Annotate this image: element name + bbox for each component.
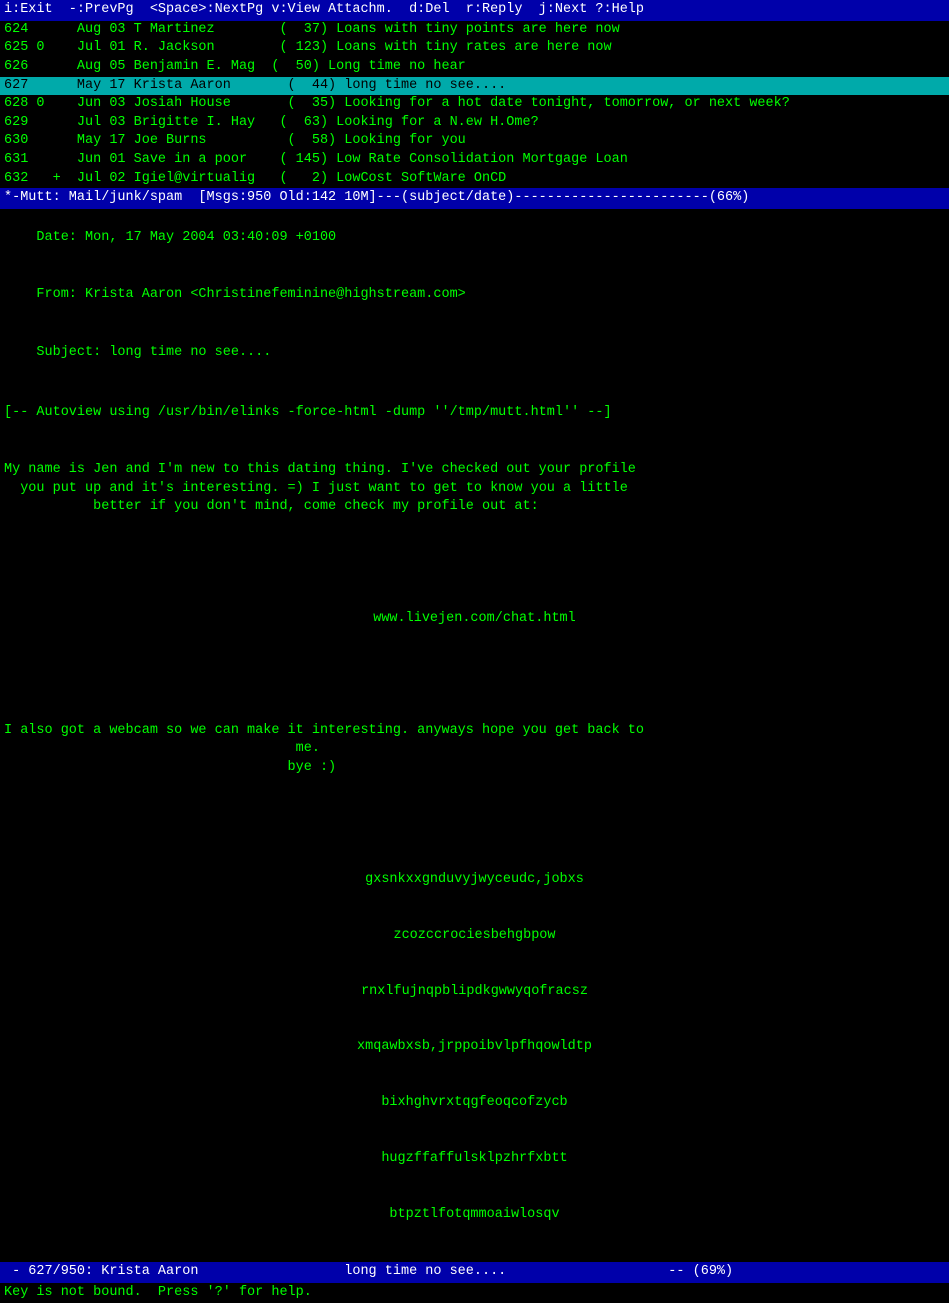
scramble5: bixhghvrxtqgfeoqcofzycb bbox=[4, 1094, 945, 1113]
scramble4: xmqawbxsb,jrppoibvlpfhqowldtp bbox=[4, 1038, 945, 1057]
scramble6: hugzffaffulsklpzhrfxbtt bbox=[4, 1150, 945, 1169]
subject-label: Subject: long time no see.... bbox=[36, 345, 271, 360]
email-row-631[interactable]: 631 Jun 01 Save in a poor ( 145) Low Rat… bbox=[0, 151, 949, 170]
email-list: 624 Aug 03 T Martinez ( 37) Loans with t… bbox=[0, 21, 949, 189]
body-blank2 bbox=[4, 666, 945, 685]
email-row-628[interactable]: 628 0 Jun 03 Josiah House ( 35) Looking … bbox=[0, 95, 949, 114]
from-label: From: Krista Aaron <Christinefeminine@hi… bbox=[36, 287, 465, 302]
scramble3: rnxlfujnqpblipdkgwwyqofracsz bbox=[4, 983, 945, 1002]
body-blank3 bbox=[4, 815, 945, 834]
bottom-hint: Key is not bound. Press '?' for help. bbox=[0, 1283, 949, 1303]
email-row-629[interactable]: 629 Jul 03 Brigitte I. Hay ( 63) Looking… bbox=[0, 114, 949, 133]
email-header-blank bbox=[0, 383, 949, 404]
date-label: Date: Mon, 17 May 2004 03:40:09 +0100 bbox=[36, 230, 336, 245]
scramble1: gxsnkxxgnduvyjwyceudc,jobxs bbox=[4, 871, 945, 890]
body-blank1 bbox=[4, 554, 945, 573]
terminal-screen: i:Exit -:PrevPg <Space>:NextPg v:View At… bbox=[0, 0, 949, 706]
bottom-status-bar: - 627/950: Krista Aaron long time no see… bbox=[0, 1262, 949, 1283]
mutt-status-bar: *-Mutt: Mail/junk/spam [Msgs:950 Old:142… bbox=[0, 188, 949, 209]
email-row-626[interactable]: 626 Aug 05 Benjamin E. Mag ( 50) Long ti… bbox=[0, 58, 949, 77]
body-url[interactable]: www.livejen.com/chat.html bbox=[4, 610, 945, 629]
email-row-624[interactable]: 624 Aug 03 T Martinez ( 37) Loans with t… bbox=[0, 21, 949, 40]
email-row-627[interactable]: 627 May 17 Krista Aaron ( 44) long time … bbox=[0, 77, 949, 96]
scramble7: btpztlfotqmmoaiwlosqv bbox=[4, 1206, 945, 1225]
scramble2: zcozccrociesbehgbpow bbox=[4, 927, 945, 946]
email-row-630[interactable]: 630 May 17 Joe Burns ( 58) Looking for y… bbox=[0, 132, 949, 151]
email-header-from: From: Krista Aaron <Christinefeminine@hi… bbox=[0, 267, 949, 325]
email-body: My name is Jen and I'm new to this datin… bbox=[0, 424, 949, 1262]
email-row-632[interactable]: 632 + Jul 02 Igiel@virtualig ( 2) LowCos… bbox=[0, 170, 949, 189]
autoview-line: [-- Autoview using /usr/bin/elinks -forc… bbox=[0, 403, 949, 424]
body-para1: My name is Jen and I'm new to this datin… bbox=[4, 461, 945, 517]
email-header-date: Date: Mon, 17 May 2004 03:40:09 +0100 bbox=[0, 209, 949, 267]
body-para2: I also got a webcam so we can make it in… bbox=[4, 722, 945, 778]
top-bar[interactable]: i:Exit -:PrevPg <Space>:NextPg v:View At… bbox=[0, 0, 949, 21]
email-header-subject: Subject: long time no see.... bbox=[0, 325, 949, 383]
email-row-625[interactable]: 625 0 Jul 01 R. Jackson ( 123) Loans wit… bbox=[0, 39, 949, 58]
